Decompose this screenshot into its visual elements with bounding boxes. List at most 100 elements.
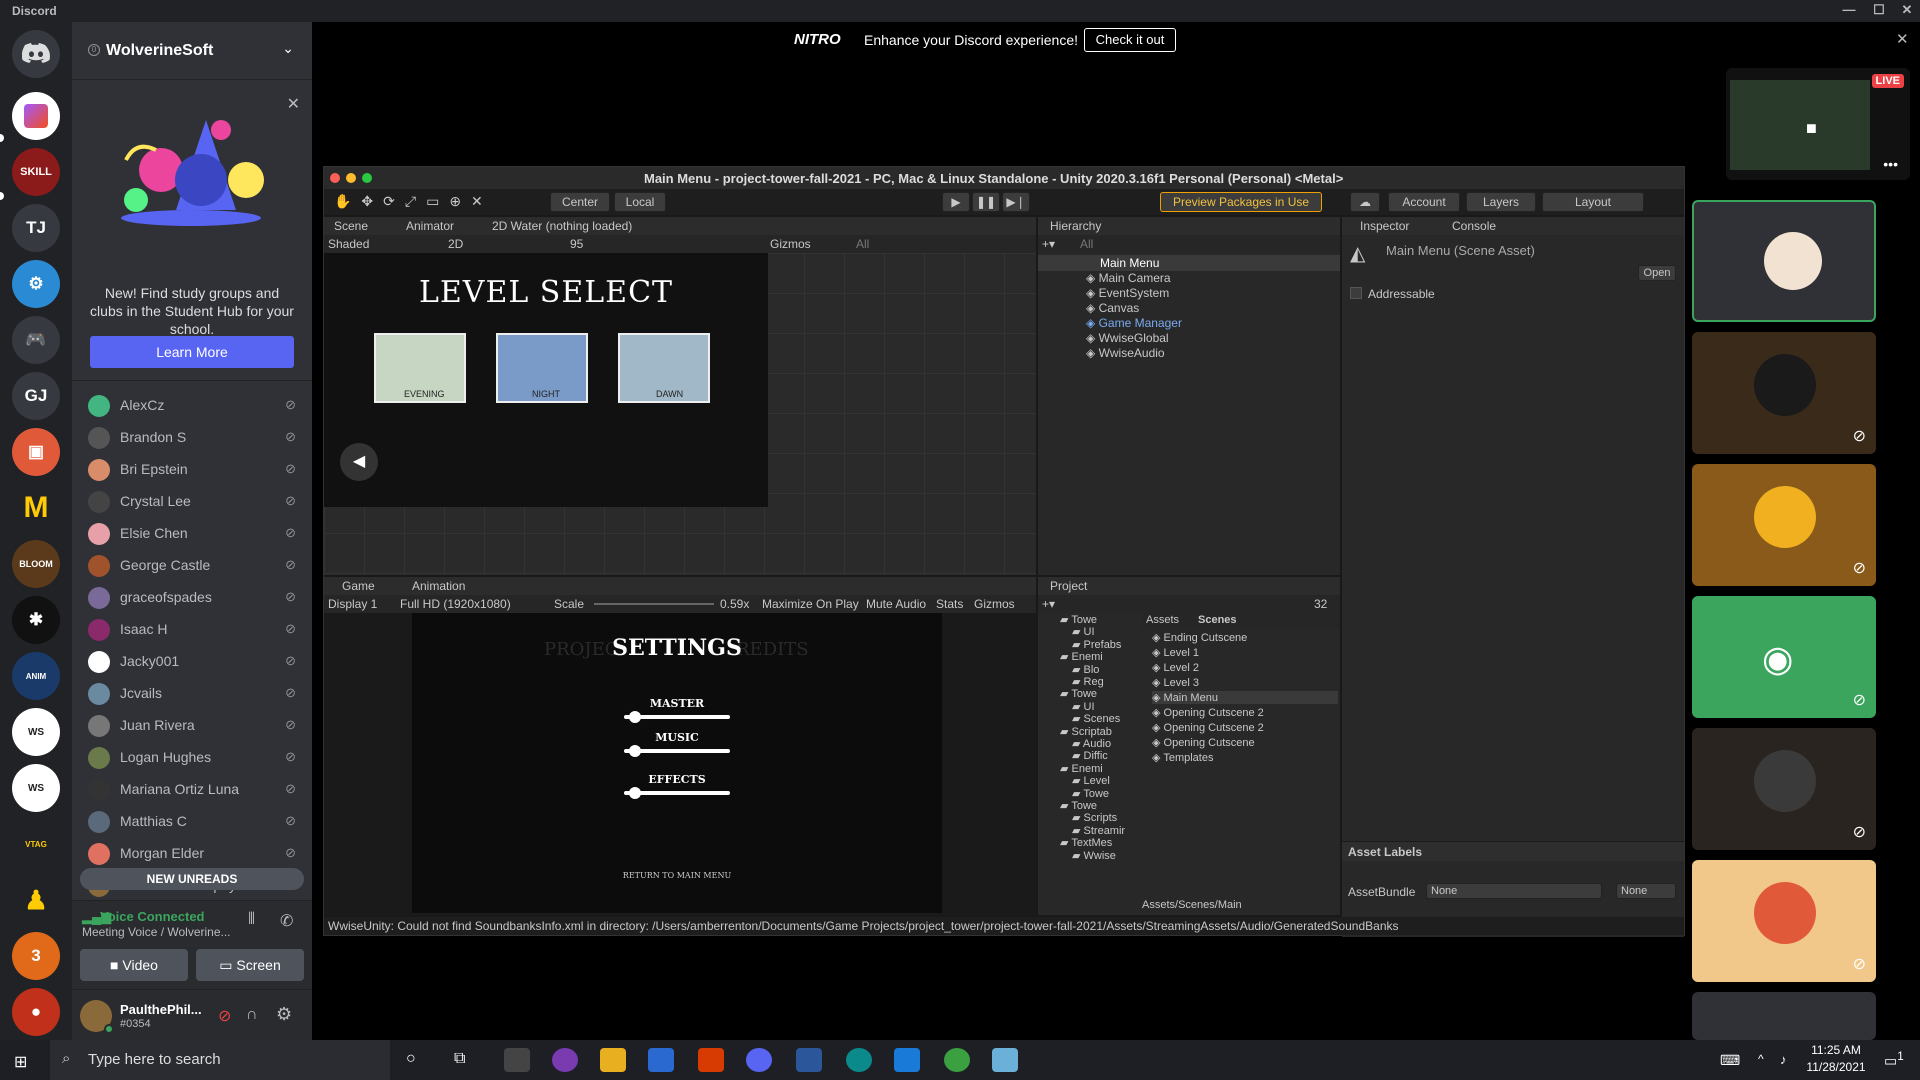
project-folder[interactable]: ▰ Wwise	[1072, 849, 1116, 862]
participant-tile-2[interactable]: ⊘	[1692, 332, 1876, 454]
project-folder[interactable]: ▰ Towe	[1060, 799, 1097, 812]
member-item[interactable]: Bri Epstein ⊘	[80, 454, 304, 484]
project-folder[interactable]: ▰ Reg	[1072, 675, 1104, 688]
participant-tile-6[interactable]: ⊘	[1692, 860, 1876, 982]
app-purple-icon[interactable]	[552, 1048, 578, 1072]
taskbar-search[interactable]: ⌕ Type here to search	[50, 1040, 390, 1080]
local-button[interactable]: Local	[614, 192, 666, 212]
project-folder[interactable]: ▰ Level	[1072, 774, 1110, 787]
member-item[interactable]: graceofspades ⊘	[80, 582, 304, 612]
clock-time[interactable]: 11:25 AM	[1806, 1043, 1866, 1057]
mail-icon[interactable]	[648, 1048, 674, 1072]
minimize-dot-icon[interactable]	[346, 173, 356, 183]
server-icon-gear[interactable]: ⚙	[12, 260, 60, 308]
speaker-icon[interactable]: ♪	[1780, 1052, 1787, 1067]
music-slider-knob[interactable]	[628, 745, 641, 757]
member-item[interactable]: George Castle ⊘	[80, 550, 304, 580]
pause-icon[interactable]: ❚❚	[972, 192, 1000, 212]
minimize-icon[interactable]: —	[1838, 2, 1860, 20]
project-folder[interactable]: ▰ Blo	[1072, 663, 1099, 676]
project-file[interactable]: ◈ Ending Cutscene	[1152, 631, 1247, 644]
level-card-evening[interactable]: EVENING	[374, 333, 466, 403]
project-folder[interactable]: ▰ TextMes	[1060, 836, 1112, 849]
server-icon-michigan[interactable]: M	[12, 484, 60, 532]
clock-date[interactable]: 11/28/2021	[1806, 1060, 1866, 1074]
level-card-dawn[interactable]: DAWN	[618, 333, 710, 403]
shaded-dropdown[interactable]: Shaded	[328, 237, 369, 251]
stats-toggle[interactable]: Stats	[936, 597, 963, 611]
server-icon-wolverine1[interactable]: WS	[12, 708, 60, 756]
master-slider-knob[interactable]	[628, 711, 641, 723]
project-file[interactable]: ◈ Opening Cutscene 2	[1152, 721, 1264, 734]
game-gizmos-dropdown[interactable]: Gizmos	[974, 597, 1015, 611]
member-item[interactable]: Mariana Ortiz Luna ⊘	[80, 774, 304, 804]
maximize-icon[interactable]: ☐	[1868, 2, 1890, 20]
project-file[interactable]: ◈ Level 2	[1152, 661, 1199, 674]
tab-scene[interactable]: Scene	[334, 219, 368, 233]
play-icon[interactable]: ▶	[942, 192, 970, 212]
tab-inspector[interactable]: Inspector	[1360, 219, 1409, 233]
resolution-dropdown[interactable]: Full HD (1920x1080)	[400, 597, 511, 611]
file-explorer-icon[interactable]	[600, 1048, 626, 1072]
member-item[interactable]: Isaac H ⊘	[80, 614, 304, 644]
mute-mic-icon[interactable]: ⊘	[218, 1006, 231, 1026]
participant-tile-3[interactable]: ⊘	[1692, 464, 1876, 586]
project-file[interactable]: ◈ Templates	[1152, 751, 1213, 764]
server-icon-bloom[interactable]: BLOOM	[12, 540, 60, 588]
hierarchy-item[interactable]: ◈ Game Manager	[1086, 316, 1182, 330]
add-icon[interactable]: +▾	[1042, 237, 1055, 251]
chevron-down-icon[interactable]: ⌄	[282, 40, 294, 57]
noise-suppression-icon[interactable]: ⦀	[248, 911, 255, 929]
video-button[interactable]: ■ Video	[80, 949, 188, 981]
tab-project[interactable]: Project	[1050, 579, 1087, 593]
level-card-night[interactable]: NIGHT	[496, 333, 588, 403]
voice-channel[interactable]: Meeting Voice / Wolverine...	[82, 925, 231, 939]
keyboard-icon[interactable]: ⌨	[1720, 1052, 1740, 1069]
server-icon-figma[interactable]	[12, 92, 60, 140]
cloud-icon[interactable]: ☁	[1350, 192, 1380, 212]
store-icon[interactable]	[504, 1048, 530, 1072]
member-item[interactable]: Morgan Elder ⊘	[80, 838, 304, 868]
layers-dropdown[interactable]: Layers	[1466, 192, 1536, 212]
project-folder[interactable]: ▰ UI	[1072, 700, 1095, 713]
close-icon[interactable]: ✕	[1896, 2, 1918, 20]
member-item[interactable]: Jacky001 ⊘	[80, 646, 304, 676]
effects-slider-knob[interactable]	[628, 787, 641, 799]
participant-tile-7[interactable]	[1692, 992, 1876, 1040]
member-item[interactable]: Elsie Chen ⊘	[80, 518, 304, 548]
settings-gear-icon[interactable]: ⚙	[276, 1004, 292, 1025]
hierarchy-search[interactable]: All	[1080, 237, 1093, 251]
server-icon-animation[interactable]: ANIM	[12, 652, 60, 700]
hierarchy-item[interactable]: ◈ WwiseGlobal	[1086, 331, 1169, 345]
music-slider[interactable]	[624, 745, 730, 757]
2d-toggle[interactable]: 2D	[448, 237, 463, 251]
office-icon[interactable]	[698, 1048, 724, 1072]
server-icon-orange[interactable]: 3	[12, 932, 60, 980]
hierarchy-item[interactable]: ◈ Main Camera	[1086, 271, 1171, 285]
server-icon-orange2[interactable]: ●	[12, 988, 60, 1036]
more-icon[interactable]: •••	[1883, 156, 1898, 172]
screen-share-button[interactable]: ▭ Screen	[196, 949, 304, 981]
open-button[interactable]: Open	[1638, 265, 1676, 281]
project-file[interactable]: ◈ Level 3	[1152, 676, 1199, 689]
check-it-out-button[interactable]: Check it out	[1084, 28, 1176, 52]
variant-dropdown[interactable]: None	[1616, 883, 1676, 899]
hierarchy-item[interactable]: ◈ Canvas	[1086, 301, 1139, 315]
participant-tile-5[interactable]: ⊘	[1692, 728, 1876, 850]
server-icon-person[interactable]: ♟	[12, 876, 60, 924]
member-item[interactable]: Matthias C ⊘	[80, 806, 304, 836]
gizmos-dropdown[interactable]: Gizmos	[770, 237, 811, 251]
project-folder[interactable]: ▰ Scenes	[1072, 712, 1120, 725]
chrome-icon[interactable]	[944, 1048, 970, 1072]
project-file[interactable]: ◈ Opening Cutscene	[1152, 736, 1255, 749]
project-folder[interactable]: ▰ Scriptab	[1060, 725, 1112, 738]
center-button[interactable]: Center	[550, 192, 610, 212]
server-icon-colorful[interactable]: ✱	[12, 596, 60, 644]
hierarchy-item[interactable]: ◈ EventSystem	[1086, 286, 1169, 300]
project-file[interactable]: ◈ Opening Cutscene 2	[1152, 706, 1264, 719]
back-arrow-icon[interactable]: ◀	[340, 443, 378, 481]
member-item[interactable]: Juan Rivera ⊘	[80, 710, 304, 740]
zoom-dot-icon[interactable]	[362, 173, 372, 183]
hierarchy-root-row[interactable]: Main Menu	[1038, 255, 1340, 271]
task-view-icon[interactable]: ⧉	[454, 1050, 465, 1068]
